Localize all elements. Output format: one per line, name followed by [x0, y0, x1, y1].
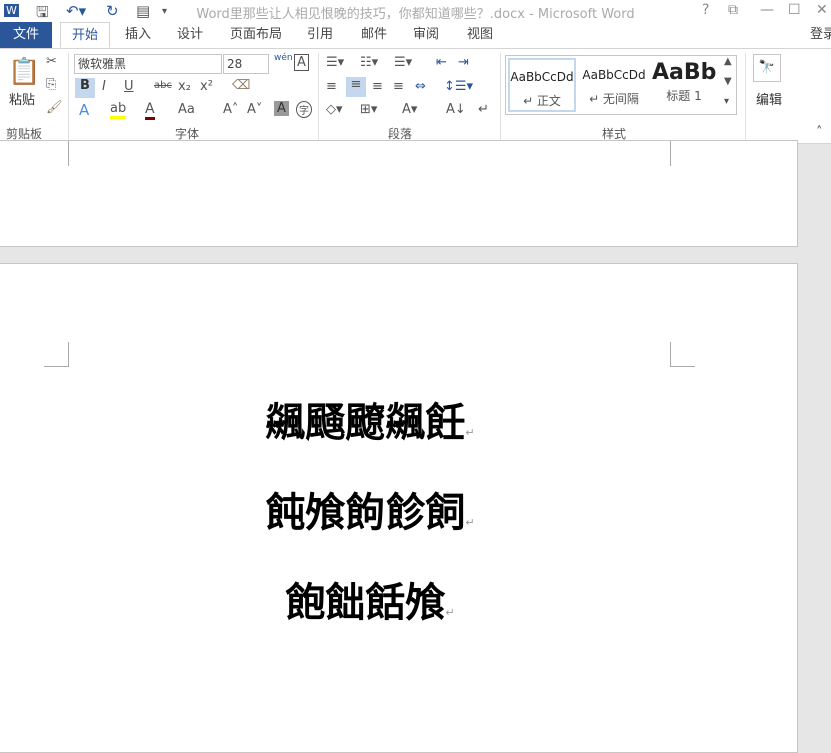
character-border-icon[interactable]: A: [294, 54, 309, 71]
increase-indent-icon[interactable]: ⇥: [458, 55, 469, 70]
page-previous: [0, 140, 798, 247]
tab-mailings[interactable]: 邮件: [354, 22, 394, 48]
maximize-button[interactable]: ☐: [788, 2, 801, 18]
subscript-button[interactable]: x₂: [178, 79, 191, 94]
collapse-ribbon-icon[interactable]: ˄: [816, 125, 823, 140]
multilevel-list-icon[interactable]: ☰▾: [394, 55, 412, 70]
editing-button[interactable]: 编辑: [756, 89, 782, 108]
font-name-select[interactable]: 微软雅黑: [74, 54, 222, 74]
help-button[interactable]: ?: [702, 2, 709, 18]
tab-file[interactable]: 文件: [0, 22, 52, 48]
bold-button[interactable]: B: [75, 78, 95, 98]
copy-icon[interactable]: ⎘: [46, 77, 56, 92]
paste-button[interactable]: 粘贴: [9, 89, 35, 108]
clear-formatting-icon[interactable]: ⌫: [232, 78, 250, 93]
show-marks-icon[interactable]: ↵: [478, 102, 489, 117]
styles-gallery: AaBbCcDd ↵ 正文 AaBbCcDd ↵ 无间隔 AaBb 标题 1 ▲ ▼ …: [505, 55, 737, 115]
sign-in-link[interactable]: 登录: [808, 22, 831, 48]
numbering-icon[interactable]: ☷▾: [360, 55, 378, 70]
styles-more[interactable]: ▾: [724, 96, 729, 107]
document-area: 飊颾飉飊飪↵ 飩飧䬲飻飼↵ 飽飿餂飧↵: [0, 140, 831, 753]
styles-scroll-down[interactable]: ▼: [724, 76, 732, 87]
align-center-icon[interactable]: ≡: [346, 77, 366, 97]
text-effects-icon[interactable]: A: [79, 101, 89, 119]
change-case-button[interactable]: Aa: [178, 102, 195, 117]
character-shading-icon[interactable]: A: [274, 101, 289, 116]
cut-icon[interactable]: ✂: [46, 54, 57, 69]
style-no-spacing[interactable]: AaBbCcDd ↵ 无间隔: [580, 58, 648, 112]
page-current[interactable]: 飊颾飉飊飪↵ 飩飧䬲飻飼↵ 飽飿餂飧↵: [0, 263, 798, 753]
sort-icon[interactable]: A↓: [446, 102, 466, 117]
highlight-icon[interactable]: ab: [110, 101, 127, 119]
tab-layout[interactable]: 页面布局: [226, 22, 286, 48]
minimize-button[interactable]: —: [760, 2, 774, 18]
tab-insert[interactable]: 插入: [118, 22, 158, 48]
justify-icon[interactable]: ≡: [393, 79, 404, 94]
decrease-indent-icon[interactable]: ⇤: [436, 55, 447, 70]
tab-view[interactable]: 视图: [460, 22, 500, 48]
underline-button[interactable]: U: [124, 79, 134, 94]
strikethrough-button[interactable]: abc: [154, 80, 172, 91]
enclose-characters-icon[interactable]: 字: [296, 101, 312, 118]
tab-design[interactable]: 设计: [170, 22, 210, 48]
align-right-icon[interactable]: ≡: [372, 79, 383, 94]
close-button[interactable]: ✕: [816, 2, 828, 18]
shading-icon[interactable]: ◇▾: [326, 102, 343, 117]
format-painter-icon[interactable]: 🖌: [46, 100, 63, 115]
font-color-icon[interactable]: A: [145, 101, 155, 120]
align-left-icon[interactable]: ≡: [326, 79, 337, 94]
bullets-icon[interactable]: ☰▾: [326, 55, 344, 70]
chinese-layout-icon[interactable]: A▾: [402, 102, 417, 117]
font-size-select[interactable]: 28: [223, 54, 269, 74]
style-normal[interactable]: AaBbCcDd ↵ 正文: [508, 58, 576, 112]
grow-font-icon[interactable]: A˄: [223, 102, 238, 117]
borders-icon[interactable]: ⊞▾: [360, 102, 377, 117]
phonetic-guide-icon[interactable]: wén: [274, 53, 293, 63]
document-line-3[interactable]: 飽飿餂飧↵: [0, 570, 740, 628]
title-bar: W 🖫 ↶▾ ↻ ▤ ▾ Word里那些让人相见恨晚的技巧，你都知道哪些？.do…: [0, 0, 831, 22]
document-line-1[interactable]: 飊颾飉飊飪↵: [0, 390, 740, 448]
distributed-icon[interactable]: ⇔: [415, 79, 426, 94]
ribbon-display-button[interactable]: ⧉: [728, 2, 738, 18]
find-icon[interactable]: 🔭: [753, 54, 781, 82]
line-spacing-icon[interactable]: ↕☰▾: [444, 79, 473, 94]
ribbon: 📋 粘贴 ✂ ⎘ 🖌 剪贴板 微软雅黑 28 wén A B I U abc x…: [0, 48, 831, 144]
tab-review[interactable]: 审阅: [406, 22, 446, 48]
paste-icon[interactable]: 📋: [8, 57, 40, 87]
style-heading-1[interactable]: AaBb 标题 1: [652, 58, 716, 112]
superscript-button[interactable]: x²: [200, 79, 213, 94]
styles-scroll-up[interactable]: ▲: [724, 56, 732, 67]
tab-references[interactable]: 引用: [300, 22, 340, 48]
document-line-2[interactable]: 飩飧䬲飻飼↵: [0, 480, 740, 538]
ribbon-tabs: 文件 开始 插入 设计 页面布局 引用 邮件 审阅 视图 登录: [0, 22, 831, 48]
shrink-font-icon[interactable]: A˅: [247, 102, 262, 117]
italic-button[interactable]: I: [102, 79, 106, 94]
tab-home[interactable]: 开始: [60, 22, 110, 48]
